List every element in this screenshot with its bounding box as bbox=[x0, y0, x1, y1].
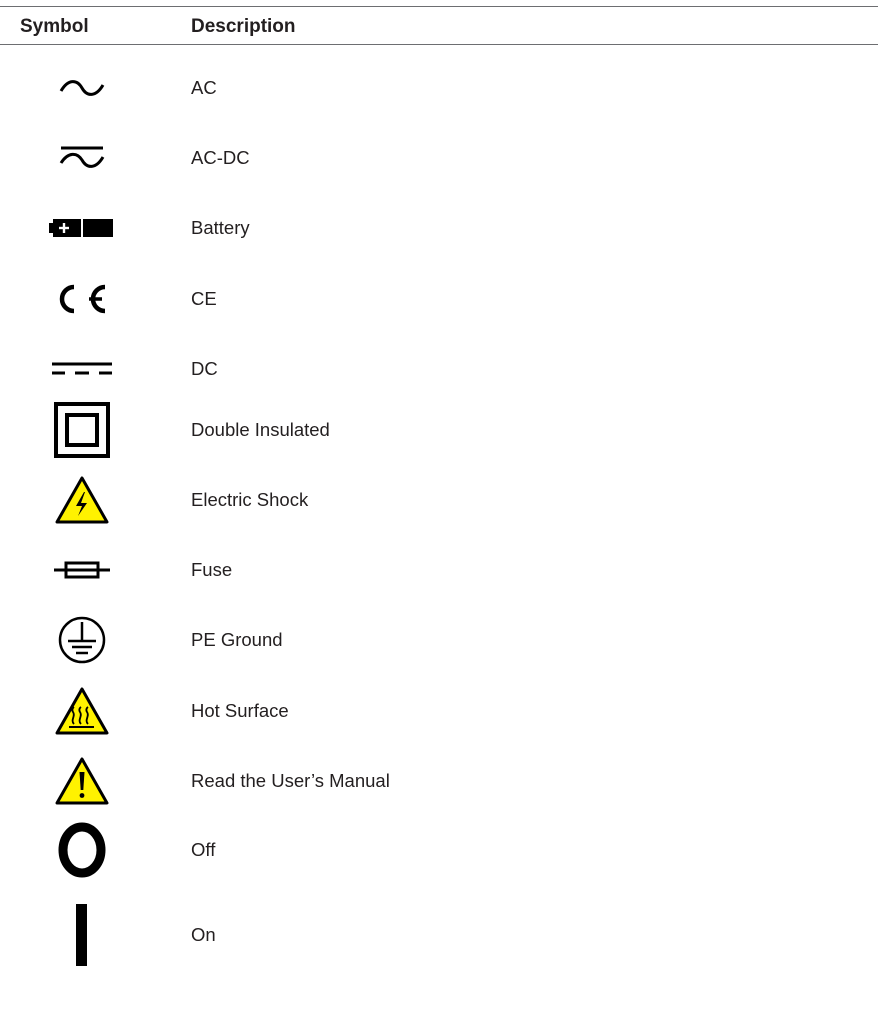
row-description: Hot Surface bbox=[191, 700, 289, 721]
dc-icon bbox=[28, 334, 136, 404]
symbol-column-header: Symbol bbox=[20, 16, 89, 37]
row-description: Fuse bbox=[191, 559, 233, 580]
ac-icon bbox=[28, 53, 136, 123]
table-row: AC bbox=[0, 53, 878, 123]
ce-mark-icon bbox=[28, 264, 136, 334]
off-icon bbox=[28, 815, 136, 885]
table-row: DC bbox=[0, 334, 878, 404]
table-row: AC-DC bbox=[0, 123, 878, 193]
hot-surface-icon bbox=[28, 676, 136, 746]
table-row: Fuse bbox=[0, 535, 878, 605]
table-row: Off bbox=[0, 815, 878, 885]
table-row: Double Insulated bbox=[0, 395, 878, 465]
row-description: Double Insulated bbox=[191, 419, 330, 440]
table-row: Read the User’s Manual bbox=[0, 746, 878, 816]
table-row: Hot Surface bbox=[0, 676, 878, 746]
table-top-rule bbox=[0, 6, 878, 7]
table-row: Electric Shock bbox=[0, 465, 878, 535]
description-column-header: Description bbox=[191, 16, 296, 37]
row-description: AC bbox=[191, 77, 217, 98]
pe-ground-icon bbox=[28, 605, 136, 675]
on-icon bbox=[28, 900, 136, 970]
table-row: PE Ground bbox=[0, 605, 878, 675]
row-description: DC bbox=[191, 358, 218, 379]
ac-dc-icon bbox=[28, 123, 136, 193]
table-row: Battery bbox=[0, 193, 878, 263]
electric-shock-icon bbox=[28, 465, 136, 535]
row-description: Off bbox=[191, 839, 216, 860]
row-description: AC-DC bbox=[191, 147, 250, 168]
row-description: Electric Shock bbox=[191, 489, 309, 510]
row-description: Read the User’s Manual bbox=[191, 770, 390, 791]
row-description: PE Ground bbox=[191, 629, 283, 650]
row-description: Battery bbox=[191, 217, 250, 238]
row-description: On bbox=[191, 924, 216, 945]
table-row: CE bbox=[0, 264, 878, 334]
table-row: On bbox=[0, 900, 878, 970]
row-description: CE bbox=[191, 288, 217, 309]
battery-icon bbox=[28, 193, 136, 263]
warning-manual-icon bbox=[28, 746, 136, 816]
fuse-icon bbox=[28, 535, 136, 605]
header-rule bbox=[0, 44, 878, 45]
double-insulated-icon bbox=[28, 395, 136, 465]
